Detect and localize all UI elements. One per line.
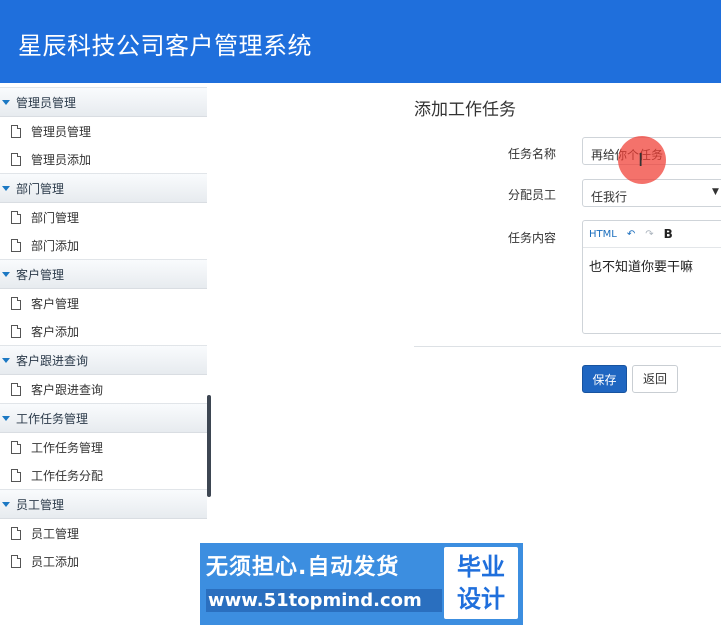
sidebar-item-label: 工作任务分配 [31, 468, 104, 483]
sidebar-item-label: 客户管理 [31, 296, 80, 311]
caret-down-icon [2, 415, 10, 421]
file-icon [11, 526, 21, 540]
sidebar-group-header[interactable]: 客户跟进查询 [0, 345, 207, 375]
sidebar-group-label: 客户跟进查询 [16, 353, 89, 368]
redo-icon[interactable]: ↷ [645, 229, 653, 240]
file-icon [11, 382, 21, 396]
sidebar-group-header[interactable]: 工作任务管理 [0, 403, 207, 433]
sidebar-group-task: 工作任务管理 工作任务管理 工作任务分配 [0, 403, 207, 489]
editor-toolbar: HTML ↶ ↷ B [583, 221, 721, 248]
sidebar-item-task-manage[interactable]: 工作任务管理 [0, 433, 207, 461]
sidebar-item-dept-manage[interactable]: 部门管理 [0, 203, 207, 231]
banner-badge: 毕业 设计 [444, 547, 518, 619]
sidebar-group-header[interactable]: 员工管理 [0, 489, 207, 519]
save-button[interactable]: 保存 [582, 365, 627, 393]
sidebar-item-label: 管理员添加 [31, 152, 92, 167]
file-icon [11, 210, 21, 224]
caret-down-icon [2, 99, 10, 105]
sidebar-group-label: 工作任务管理 [16, 411, 89, 426]
sidebar-group-dept: 部门管理 部门管理 部门添加 [0, 173, 207, 259]
html-source-icon[interactable]: HTML [589, 229, 617, 240]
sidebar-item-label: 员工添加 [31, 554, 80, 569]
sidebar-group-label: 部门管理 [16, 181, 65, 196]
sidebar-item-customer-add[interactable]: 客户添加 [0, 317, 207, 345]
sidebar-item-dept-add[interactable]: 部门添加 [0, 231, 207, 259]
sidebar-group-admin: 管理员管理 管理员管理 管理员添加 [0, 87, 207, 173]
sidebar-group-label: 员工管理 [16, 497, 65, 512]
page-title: 添加工作任务 [414, 100, 516, 120]
caret-down-icon [2, 501, 10, 507]
sidebar-item-task-assign[interactable]: 工作任务分配 [0, 461, 207, 489]
sidebar-scrollbar[interactable] [207, 395, 211, 497]
sidebar-group-followup: 客户跟进查询 客户跟进查询 [0, 345, 207, 403]
app-header: 星辰科技公司客户管理系统 [0, 0, 721, 83]
sidebar-group-employee: 员工管理 员工管理 员工添加 [0, 489, 207, 575]
banner-slogan: 无须担心.自动发货 [206, 555, 400, 580]
caret-down-icon [2, 271, 10, 277]
back-button[interactable]: 返回 [632, 365, 678, 393]
file-icon [11, 468, 21, 482]
undo-icon[interactable]: ↶ [627, 229, 635, 240]
sidebar-item-customer-manage[interactable]: 客户管理 [0, 289, 207, 317]
content-editor[interactable]: HTML ↶ ↷ B 也不知道你要干嘛 [582, 220, 721, 334]
caret-down-icon [2, 357, 10, 363]
file-icon [11, 324, 21, 338]
bold-icon[interactable]: B [664, 227, 673, 241]
file-icon [11, 554, 21, 568]
sidebar-group-customer: 客户管理 客户管理 客户添加 [0, 259, 207, 345]
caret-down-icon [2, 185, 10, 191]
content-label: 任务内容 [508, 231, 557, 245]
editor-content[interactable]: 也不知道你要干嘛 [583, 248, 721, 283]
sidebar-item-label: 管理员管理 [31, 124, 92, 139]
sidebar-item-label: 客户跟进查询 [31, 382, 104, 397]
sidebar-group-header[interactable]: 部门管理 [0, 173, 207, 203]
sidebar-item-employee-manage[interactable]: 员工管理 [0, 519, 207, 547]
form-divider [414, 346, 721, 347]
watermark-banner: 无须担心.自动发货 www.51topmind.com 毕业 设计 [200, 543, 523, 625]
app-title: 星辰科技公司客户管理系统 [18, 32, 312, 60]
sidebar-item-admin-add[interactable]: 管理员添加 [0, 145, 207, 173]
sidebar-item-admin-manage[interactable]: 管理员管理 [0, 117, 207, 145]
sidebar-item-followup-query[interactable]: 客户跟进查询 [0, 375, 207, 403]
banner-badge-line2: 设计 [457, 585, 505, 613]
sidebar-item-employee-add[interactable]: 员工添加 [0, 547, 207, 575]
sidebar-item-label: 部门添加 [31, 238, 80, 253]
file-icon [11, 238, 21, 252]
sidebar-item-label: 客户添加 [31, 324, 80, 339]
sidebar-item-label: 工作任务管理 [31, 440, 104, 455]
sidebar-group-header[interactable]: 客户管理 [0, 259, 207, 289]
sidebar-item-label: 部门管理 [31, 210, 80, 225]
file-icon [11, 124, 21, 138]
banner-url: www.51topmind.com [206, 589, 442, 612]
sidebar-group-header[interactable]: 管理员管理 [0, 87, 207, 117]
sidebar-group-label: 客户管理 [16, 267, 65, 282]
sidebar-group-label: 管理员管理 [16, 95, 77, 110]
sidebar: 管理员管理 管理员管理 管理员添加 部门管理 部门管理 部门添加 客户管理 客户… [0, 87, 207, 575]
file-icon [11, 440, 21, 454]
assignee-label: 分配员工 [508, 188, 557, 202]
sidebar-item-label: 员工管理 [31, 526, 80, 541]
file-icon [11, 152, 21, 166]
file-icon [11, 296, 21, 310]
banner-badge-line1: 毕业 [457, 553, 505, 581]
task-name-label: 任务名称 [508, 147, 557, 161]
assignee-select[interactable]: 任我行 [582, 179, 721, 207]
dropdown-arrow-icon: ▼ [712, 187, 719, 197]
text-cursor-icon: I [638, 150, 644, 171]
